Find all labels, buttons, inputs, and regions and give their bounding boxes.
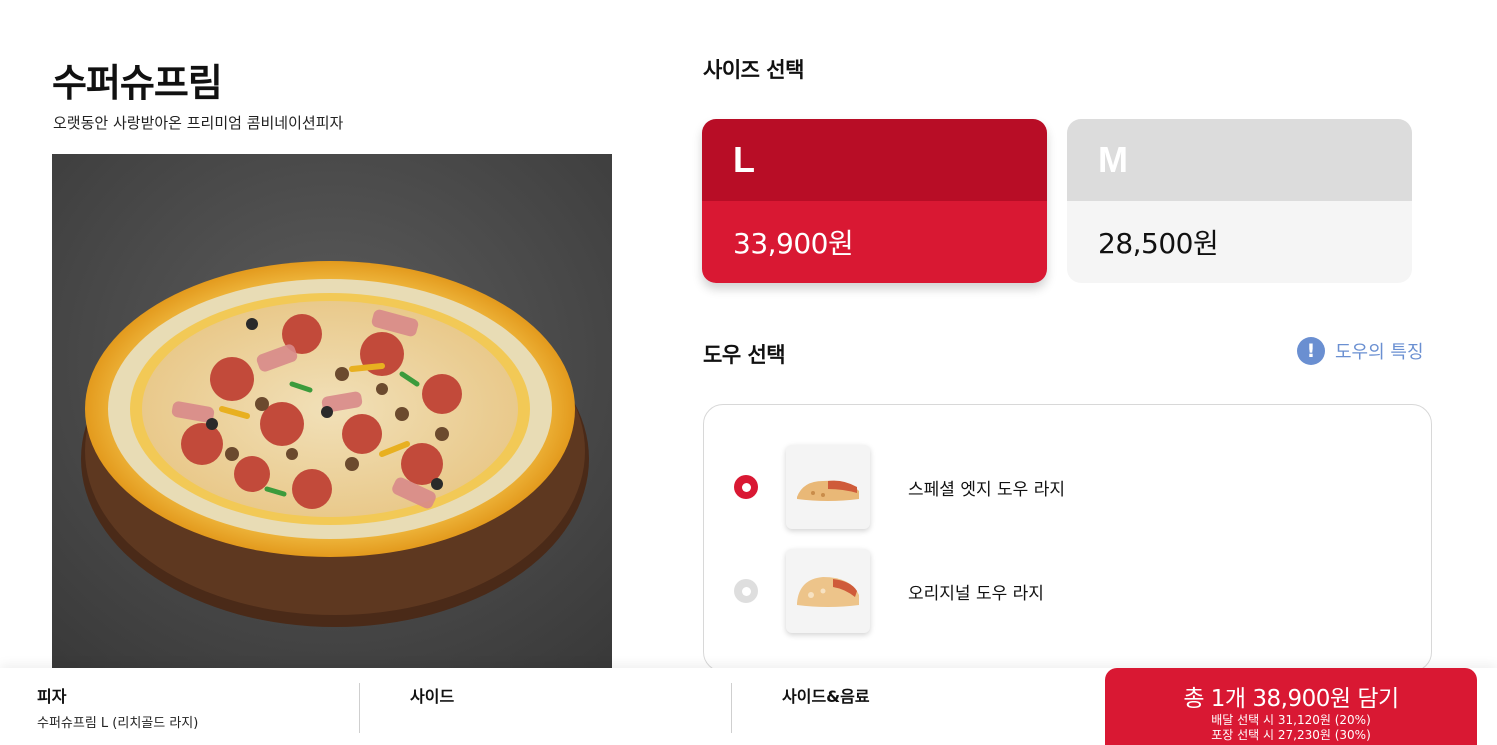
radio-unselected-icon[interactable] — [734, 579, 758, 603]
size-section-title: 사이즈 선택 — [703, 58, 804, 82]
size-option-label: M — [1067, 119, 1412, 201]
product-title: 수퍼슈프림 — [52, 61, 223, 105]
dough-info-label: 도우의 특징 — [1335, 342, 1424, 363]
tab-side[interactable]: 사이드 — [410, 683, 454, 712]
dough-option-label: 오리지널 도우 라지 — [908, 583, 1044, 604]
dough-section-title: 도우 선택 — [703, 343, 786, 367]
tab-title: 사이드 — [410, 687, 455, 706]
pizza-illustration — [52, 154, 612, 674]
tab-title: 피자 — [37, 687, 67, 706]
size-option-label: L — [702, 119, 1047, 201]
size-option-large[interactable]: L 33,900원 — [702, 119, 1047, 283]
bread-icon — [797, 577, 859, 607]
size-option-price: 28,500원 — [1067, 201, 1412, 283]
bread-icon — [797, 480, 859, 501]
dough-option-special-edge[interactable]: 스페셜 엣지 도우 라지 — [734, 445, 1065, 529]
dough-options-box: 스페셜 엣지 도우 라지 오리지널 도우 라지 — [703, 404, 1432, 672]
dough-option-label: 스페셜 엣지 도우 라지 — [908, 479, 1065, 500]
dough-thumbnail — [786, 445, 870, 529]
cart-pickup-price: 포장 선택 시 27,230원 (30%) — [1211, 728, 1371, 742]
size-option-medium[interactable]: M 28,500원 — [1067, 119, 1412, 283]
tab-side-drinks[interactable]: 사이드&음료 — [782, 683, 870, 712]
tab-divider — [731, 683, 732, 733]
tab-pizza[interactable]: 피자 수퍼슈프림 L (리치골드 라지) — [37, 683, 198, 731]
add-to-cart-button[interactable]: 총 1개 38,900원 담기 배달 선택 시 31,120원 (20%) 포장… — [1105, 668, 1477, 745]
bottom-order-bar: 피자 수퍼슈프림 L (리치골드 라지) 사이드 사이드&음료 총 1개 38,… — [0, 668, 1497, 745]
dough-option-original[interactable]: 오리지널 도우 라지 — [734, 549, 1044, 633]
tab-subtitle: 수퍼슈프림 L (리치골드 라지) — [37, 716, 199, 731]
tab-divider — [359, 683, 360, 733]
cart-total-label: 총 1개 38,900원 담기 — [1183, 686, 1399, 712]
cart-delivery-price: 배달 선택 시 31,120원 (20%) — [1211, 713, 1371, 727]
dough-thumbnail — [786, 549, 870, 633]
size-option-price: 33,900원 — [702, 201, 1047, 283]
info-icon: ! — [1297, 337, 1325, 365]
product-description: 오랫동안 사랑받아온 프리미엄 콤비네이션피자 — [53, 114, 344, 132]
pizza-image — [52, 154, 612, 674]
radio-selected-icon[interactable] — [734, 475, 758, 499]
tab-title: 사이드&음료 — [782, 687, 870, 706]
dough-info-link[interactable]: ! 도우의 특징 — [1297, 337, 1424, 365]
